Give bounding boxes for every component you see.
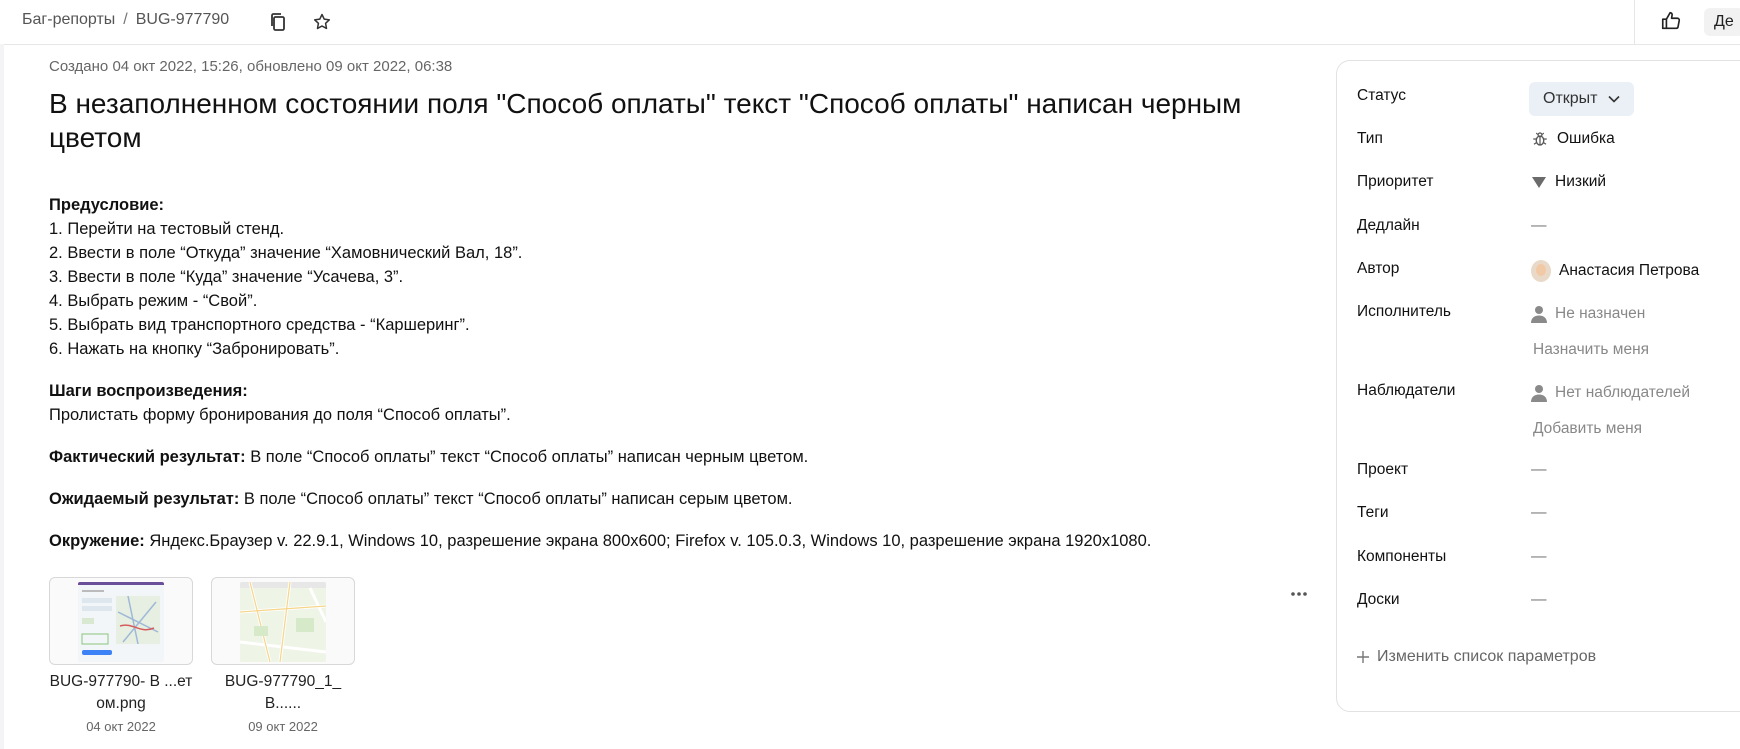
- tags-label: Теги: [1357, 504, 1389, 521]
- breadcrumb: Баг-репорты / BUG-977790: [22, 11, 229, 29]
- type-value: Ошибка: [1557, 130, 1615, 147]
- issue-content: Создано 04 окт 2022, 15:26, обновлено 09…: [49, 58, 1309, 553]
- priority-label: Приоритет: [1357, 173, 1434, 190]
- assignee-label: Исполнитель: [1357, 303, 1451, 320]
- precondition-step: 3. Ввести в поле “Куда” значение “Усачев…: [49, 268, 404, 286]
- assignee-field[interactable]: Не назначен: [1531, 305, 1645, 323]
- triangle-down-icon: [1532, 177, 1546, 188]
- environment-text: Яндекс.Браузер v. 22.9.1, Windows 10, ра…: [144, 532, 1152, 550]
- more-horizontal-icon[interactable]: [1290, 584, 1308, 602]
- actual-result-label: Фактический результат:: [49, 448, 246, 466]
- edit-parameters-button[interactable]: Изменить список параметров: [1357, 648, 1596, 666]
- author-label: Автор: [1357, 260, 1400, 277]
- assignee-value: Не назначен: [1555, 305, 1646, 322]
- watchers-field[interactable]: Нет наблюдателей: [1531, 384, 1690, 402]
- user-icon: [1531, 385, 1547, 402]
- avatar: [1531, 260, 1551, 282]
- star-icon[interactable]: [310, 10, 334, 34]
- bug-icon: [1533, 132, 1547, 146]
- steps-text: Пролистать форму бронирования до поля “С…: [49, 406, 511, 424]
- components-label: Компоненты: [1357, 548, 1447, 565]
- attachment-item[interactable]: BUG-977790- B ...етом.png 04 окт 2022: [49, 577, 193, 734]
- precondition-step: 4. Выбрать режим - “Свой”.: [49, 292, 258, 310]
- precondition-step: 2. Ввести в поле “Откуда” значение “Хамо…: [49, 244, 523, 262]
- add-me-link[interactable]: Добавить меня: [1533, 420, 1642, 438]
- breadcrumb-issue-key[interactable]: BUG-977790: [136, 11, 229, 28]
- watchers-value: Нет наблюдателей: [1555, 384, 1691, 401]
- status-dropdown[interactable]: Открыт: [1529, 82, 1634, 116]
- map-screenshot-thumbnail: [78, 582, 164, 662]
- breadcrumb-separator: /: [123, 11, 128, 28]
- author-field[interactable]: Анастасия Петрова: [1531, 260, 1699, 282]
- components-value[interactable]: —: [1531, 548, 1547, 566]
- precondition-step: 1. Перейти на тестовый стенд.: [49, 220, 285, 238]
- priority-field[interactable]: Низкий: [1531, 173, 1606, 191]
- attachment-date: 04 окт 2022: [86, 719, 156, 734]
- attachments: BUG-977790- B ...етом.png 04 окт 2022 BU…: [49, 577, 355, 734]
- toolbar-divider: [1634, 0, 1635, 44]
- environment-label: Окружение:: [49, 532, 145, 550]
- status-label: Статус: [1357, 87, 1406, 104]
- tags-value[interactable]: —: [1531, 504, 1547, 522]
- status-value: Открыт: [1543, 90, 1598, 107]
- plus-icon: [1357, 651, 1369, 663]
- attachment-thumbnail[interactable]: [211, 577, 355, 665]
- top-bar: Баг-репорты / BUG-977790 Де: [0, 0, 1740, 45]
- author-value: Анастасия Петрова: [1559, 262, 1700, 279]
- attachment-date: 09 окт 2022: [248, 719, 318, 734]
- actual-result-text: В поле “Способ оплаты” текст “Способ опл…: [245, 448, 809, 466]
- deadline-value[interactable]: —: [1531, 217, 1547, 235]
- attachment-name[interactable]: BUG-977790_1_B......: [211, 671, 355, 715]
- issue-meta: Создано 04 окт 2022, 15:26, обновлено 09…: [49, 58, 453, 75]
- issue-description: Предусловие: 1. Перейти на тестовый стен…: [49, 193, 1309, 553]
- deadline-label: Дедлайн: [1357, 217, 1420, 234]
- steps-heading: Шаги воспроизведения:: [49, 382, 248, 400]
- issue-parameters-panel: Статус Открыт Тип Ошибка Приоритет Низки…: [1336, 60, 1740, 712]
- user-icon: [1531, 306, 1547, 323]
- precondition-step: 5. Выбрать вид транспортного средства - …: [49, 316, 470, 334]
- priority-value: Низкий: [1555, 173, 1607, 190]
- project-value[interactable]: —: [1531, 461, 1547, 479]
- precondition-step: 6. Нажать на кнопку “Забронировать”.: [49, 340, 340, 358]
- left-edge-strip: [0, 44, 4, 749]
- assign-me-link[interactable]: Назначить меня: [1533, 341, 1649, 359]
- boards-value[interactable]: —: [1531, 591, 1547, 609]
- attachment-name[interactable]: BUG-977790- B ...етом.png: [49, 671, 193, 715]
- precondition-heading: Предусловие:: [49, 196, 165, 214]
- boards-label: Доски: [1357, 591, 1400, 608]
- edit-parameters-label: Изменить список параметров: [1377, 648, 1597, 665]
- header-action-button[interactable]: Де: [1704, 8, 1740, 36]
- chevron-down-icon: [1607, 95, 1620, 103]
- type-field[interactable]: Ошибка: [1531, 130, 1615, 148]
- project-label: Проект: [1357, 461, 1409, 478]
- copy-icon[interactable]: [266, 10, 290, 34]
- map-screenshot-thumbnail: [240, 582, 326, 662]
- attachment-item[interactable]: BUG-977790_1_B...... 09 окт 2022: [211, 577, 355, 734]
- attachment-thumbnail[interactable]: [49, 577, 193, 665]
- expected-result-text: В поле “Способ оплаты” текст “Способ опл…: [239, 490, 793, 508]
- watchers-label: Наблюдатели: [1357, 382, 1456, 399]
- type-label: Тип: [1357, 130, 1383, 147]
- breadcrumb-section-link[interactable]: Баг-репорты: [22, 11, 115, 28]
- thumbs-up-icon[interactable]: [1659, 9, 1683, 33]
- issue-title[interactable]: В незаполненном состоянии поля "Способ о…: [49, 87, 1309, 155]
- expected-result-label: Ожидаемый результат:: [49, 490, 240, 508]
